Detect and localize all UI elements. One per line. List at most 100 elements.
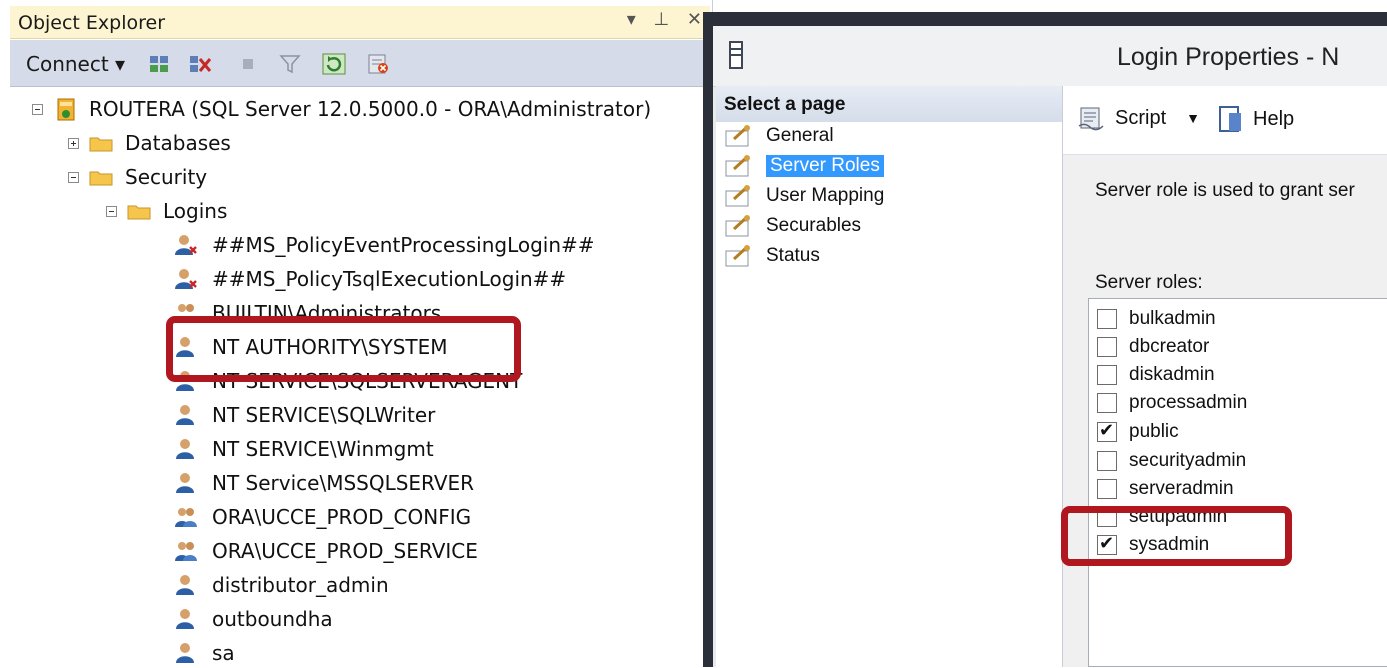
- select-page-label: Select a page: [724, 94, 846, 115]
- script-icon: [1078, 107, 1104, 131]
- connect-dropdown[interactable]: Connect ▾: [26, 52, 125, 76]
- login-icon: [176, 439, 194, 459]
- collapse-toggle-icon[interactable]: [32, 103, 43, 115]
- role-checkbox[interactable]: [1097, 393, 1117, 413]
- page-wrench-icon: [725, 125, 750, 147]
- group-login-icon: [175, 542, 197, 561]
- login-item[interactable]: ORA\UCCE_PROD_SERVICE: [174, 536, 478, 566]
- role-item-serveradmin[interactable]: serveradmin: [1097, 475, 1234, 503]
- connect-server-icon[interactable]: [148, 53, 172, 75]
- login-disabled-icon: [175, 269, 197, 289]
- role-item-securityadmin[interactable]: securityadmin: [1097, 447, 1246, 475]
- server-role-description: Server role is used to grant ser: [1095, 180, 1355, 201]
- activity-monitor-icon[interactable]: [366, 53, 390, 75]
- expand-toggle-icon[interactable]: [68, 137, 79, 149]
- page-label: Status: [766, 245, 820, 266]
- tree-node-server[interactable]: ROUTERA (SQL Server 12.0.5000.0 - ORA\Ad…: [32, 94, 651, 124]
- dialog-title-bar: Login Properties - N: [713, 26, 1387, 87]
- object-explorer-title: Object Explorer: [18, 12, 166, 34]
- tree-node-logins[interactable]: Logins: [106, 196, 227, 226]
- dialog-toolbar: Script ▼ Help: [1063, 86, 1387, 155]
- role-item-diskadmin[interactable]: diskadmin: [1097, 361, 1215, 389]
- role-checkbox[interactable]: [1097, 479, 1117, 499]
- filter-icon[interactable]: [278, 53, 302, 75]
- server-roles-list: bulkadmin dbcreator diskadmin processadm…: [1088, 298, 1387, 667]
- login-icon: [176, 473, 194, 493]
- role-checkbox[interactable]: [1097, 337, 1117, 357]
- select-page-panel: Select a page General Server Roles User …: [716, 86, 1063, 667]
- script-button[interactable]: Script ▼: [1077, 104, 1200, 132]
- folder-icon: [89, 171, 113, 185]
- role-label: securityadmin: [1129, 450, 1247, 471]
- login-label: NT SERVICE\Winmgmt: [212, 437, 434, 461]
- page-label: Securables: [766, 215, 862, 236]
- page-wrench-icon: [725, 215, 750, 237]
- login-item[interactable]: distributor_admin: [174, 570, 389, 600]
- page-status[interactable]: Status: [724, 243, 820, 269]
- page-general[interactable]: General: [724, 123, 834, 149]
- role-label: public: [1129, 421, 1179, 442]
- server-roles-label: Server roles:: [1095, 272, 1203, 293]
- page-label: General: [766, 125, 834, 146]
- page-label: Server Roles: [766, 155, 884, 177]
- login-item[interactable]: outboundha: [174, 604, 333, 634]
- page-wrench-icon: [725, 245, 750, 267]
- role-label: diskadmin: [1129, 364, 1215, 385]
- login-item[interactable]: sa: [174, 638, 235, 668]
- login-label: outboundha: [212, 607, 333, 631]
- disconnect-icon[interactable]: [188, 53, 212, 75]
- login-label: NT Service\MSSQLSERVER: [212, 471, 475, 495]
- login-item[interactable]: NT SERVICE\Winmgmt: [174, 434, 434, 464]
- role-checkbox[interactable]: [1097, 451, 1117, 471]
- login-icon: [176, 575, 194, 595]
- login-item[interactable]: ORA\UCCE_PROD_CONFIG: [174, 502, 471, 532]
- role-item-dbcreator[interactable]: dbcreator: [1097, 333, 1209, 361]
- help-icon: [1219, 106, 1241, 132]
- server-label: ROUTERA (SQL Server 12.0.5000.0 - ORA\Ad…: [89, 97, 652, 121]
- role-label: serveradmin: [1129, 478, 1234, 499]
- role-label: dbcreator: [1129, 336, 1210, 357]
- dialog-app-icon: [729, 41, 743, 69]
- refresh-icon[interactable]: [322, 53, 346, 75]
- script-label: Script: [1115, 106, 1167, 129]
- role-checkbox[interactable]: [1097, 365, 1117, 385]
- page-server-roles[interactable]: Server Roles: [724, 153, 884, 179]
- login-label: ##MS_PolicyEventProcessingLogin##: [212, 233, 595, 257]
- login-icon: [176, 405, 194, 425]
- select-page-header: Select a page: [716, 86, 1062, 122]
- login-label: sa: [212, 641, 235, 665]
- role-checkbox-checked[interactable]: [1097, 420, 1117, 442]
- login-label: ##MS_PolicyTsqlExecutionLogin##: [212, 267, 567, 291]
- tree-node-security[interactable]: Security: [68, 162, 207, 192]
- login-item[interactable]: NT SERVICE\SQLWriter: [174, 400, 435, 430]
- stop-icon[interactable]: [236, 53, 260, 75]
- role-checkbox[interactable]: [1097, 309, 1117, 329]
- dialog-title: Login Properties - N: [1117, 43, 1340, 71]
- role-item-public[interactable]: public: [1097, 418, 1179, 446]
- help-label: Help: [1253, 107, 1295, 130]
- login-item[interactable]: ##MS_PolicyTsqlExecutionLogin##: [174, 264, 566, 294]
- login-icon: [176, 643, 194, 663]
- collapse-toggle-icon[interactable]: [106, 205, 117, 217]
- tree-node-databases[interactable]: Databases: [68, 128, 231, 158]
- role-item-bulkadmin[interactable]: bulkadmin: [1097, 305, 1216, 333]
- page-securables[interactable]: Securables: [724, 213, 861, 239]
- role-label: processadmin: [1129, 392, 1248, 413]
- login-disabled-icon: [175, 235, 197, 255]
- group-login-icon: [175, 508, 197, 527]
- login-label: ORA\UCCE_PROD_SERVICE: [212, 539, 478, 563]
- role-label: bulkadmin: [1129, 308, 1216, 329]
- page-wrench-icon: [725, 155, 750, 177]
- help-button[interactable]: Help: [1217, 104, 1294, 134]
- login-item[interactable]: NT Service\MSSQLSERVER: [174, 468, 474, 498]
- collapse-toggle-icon[interactable]: [68, 171, 79, 183]
- role-item-processadmin[interactable]: processadmin: [1097, 389, 1247, 417]
- databases-label: Databases: [125, 131, 231, 155]
- highlight-box-sysadmin: [1061, 506, 1292, 566]
- login-label: distributor_admin: [212, 573, 389, 597]
- object-explorer-title-bar: Object Explorer ▾ ⊥ ✕: [10, 6, 710, 39]
- window-buttons[interactable]: ▾ ⊥ ✕: [627, 9, 708, 30]
- login-item[interactable]: ##MS_PolicyEventProcessingLogin##: [174, 230, 595, 260]
- page-user-mapping[interactable]: User Mapping: [724, 183, 884, 209]
- script-dropdown-arrow-icon[interactable]: ▼: [1186, 110, 1200, 126]
